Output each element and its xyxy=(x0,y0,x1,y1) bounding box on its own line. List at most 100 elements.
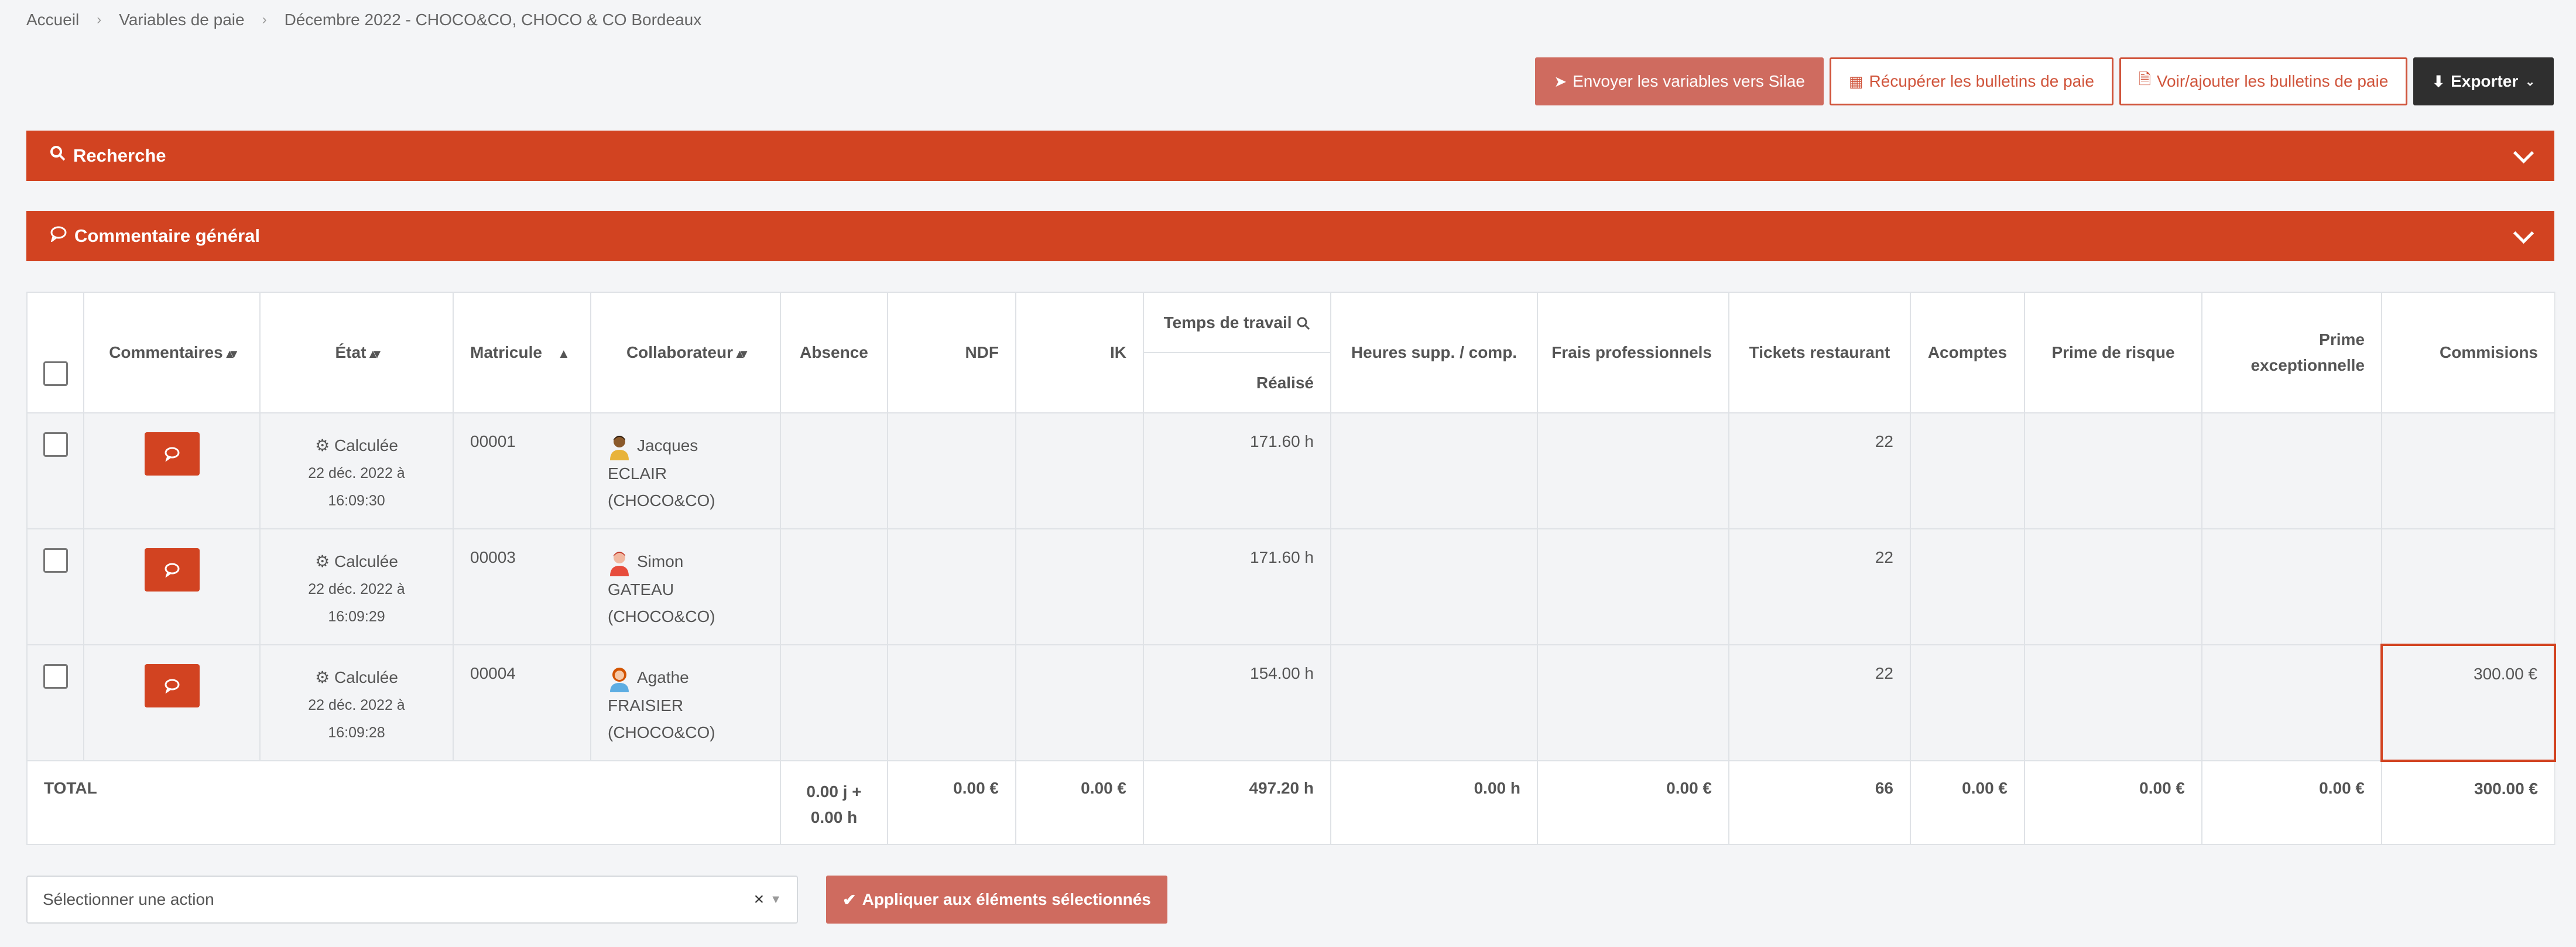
state-label: Calculée xyxy=(334,436,398,454)
state-date: 22 déc. 2022 à xyxy=(308,697,405,713)
view-add-payslips-label: Voir/ajouter les bulletins de paie xyxy=(2156,72,2389,90)
advances-cell xyxy=(1910,528,2025,645)
chevron-right-icon: › xyxy=(97,12,102,28)
fees-cell xyxy=(1537,644,1729,761)
collaborator-first-name: Simon xyxy=(637,552,684,570)
advances-cell xyxy=(1910,644,2025,761)
column-header-commissions: Commisions xyxy=(2381,292,2556,413)
realized-cell: 154.00 h xyxy=(1143,644,1331,761)
collaborator-cell[interactable]: Agathe FRAISIER (CHOCO&CO) xyxy=(590,644,781,761)
speech-bubble-icon xyxy=(50,225,67,247)
total-tickets: 66 xyxy=(1728,760,1911,845)
column-header-realized: Réalisé xyxy=(1143,352,1331,413)
total-advances: 0.00 € xyxy=(1910,760,2025,845)
total-realized: 497.20 h xyxy=(1143,760,1331,845)
row-select-cell xyxy=(26,644,84,761)
column-header-comments[interactable]: Commentaires ▴▾ xyxy=(83,292,261,413)
search-panel-header[interactable]: Recherche xyxy=(26,131,2554,181)
search-panel-title: Recherche xyxy=(73,145,166,166)
realized-cell: 171.60 h xyxy=(1143,528,1331,645)
collaborator-company: (CHOCO&CO) xyxy=(608,491,715,510)
risk-cell xyxy=(2024,412,2202,529)
table-row: ⚙ Calculée 22 déc. 2022 à 16:09:28 00004… xyxy=(26,644,2556,762)
collaborator-last-name: FRAISIER xyxy=(608,696,684,714)
column-header-worktime-label: Temps de travail xyxy=(1163,313,1292,331)
collaborator-cell[interactable]: Jacques ECLAIR (CHOCO&CO) xyxy=(590,412,781,529)
cogs-icon: ⚙ xyxy=(315,436,330,454)
apply-selected-button[interactable]: ✔ Appliquer aux éléments sélectionnés xyxy=(826,876,1167,924)
sort-icon: ▴▾ xyxy=(226,346,237,361)
toolbar: ➤ Envoyer les variables vers Silae ▦ Réc… xyxy=(1535,57,2554,105)
state-time: 16:09:28 xyxy=(328,724,385,741)
avatar xyxy=(608,549,631,576)
collaborator-last-name: ECLAIR xyxy=(608,464,667,483)
file-icon: 🗎 xyxy=(2139,70,2151,88)
speech-bubble-icon xyxy=(165,447,179,461)
search-icon xyxy=(50,145,66,166)
calculator-icon: ▦ xyxy=(1848,72,1864,90)
column-header-exceptional: Prime exceptionnelle xyxy=(2201,292,2382,413)
clear-icon[interactable]: × xyxy=(754,890,765,910)
absence-cell xyxy=(780,528,888,645)
total-absence-hours: 0.00 h xyxy=(810,808,858,826)
collaborator-company: (CHOCO&CO) xyxy=(608,723,715,741)
row-checkbox[interactable] xyxy=(43,664,68,689)
comment-panel-header[interactable]: Commentaire général xyxy=(26,211,2554,261)
column-header-collaborator[interactable]: Collaborateur ▴▾ xyxy=(590,292,781,413)
caret-down-icon[interactable]: ▼ xyxy=(770,893,782,907)
column-header-worktime[interactable]: Temps de travail xyxy=(1143,292,1331,353)
avatar xyxy=(608,665,631,692)
ndf-cell xyxy=(887,412,1016,529)
comment-button[interactable] xyxy=(144,664,200,707)
collaborator-company: (CHOCO&CO) xyxy=(608,607,715,625)
column-header-tickets: Tickets restaurant xyxy=(1728,292,1911,413)
retrieve-payslips-button[interactable]: ▦ Récupérer les bulletins de paie xyxy=(1829,57,2113,105)
column-header-matricule-label: Matricule xyxy=(470,343,542,361)
comment-button[interactable] xyxy=(144,548,200,592)
total-ik: 0.00 € xyxy=(1015,760,1144,845)
column-header-collaborator-label: Collaborateur xyxy=(626,343,733,361)
total-overtime: 0.00 h xyxy=(1330,760,1538,845)
commissions-cell[interactable] xyxy=(2381,412,2556,529)
risk-cell xyxy=(2024,644,2202,761)
send-variables-button[interactable]: ➤ Envoyer les variables vers Silae xyxy=(1535,57,1824,105)
collaborator-cell[interactable]: Simon GATEAU (CHOCO&CO) xyxy=(590,528,781,645)
action-select[interactable]: Sélectionner une action × ▼ xyxy=(26,876,798,924)
zoom-icon[interactable] xyxy=(1296,313,1310,331)
table-row: ⚙ Calculée 22 déc. 2022 à 16:09:30 00001… xyxy=(26,412,2556,529)
comment-cell xyxy=(83,412,261,529)
fees-cell xyxy=(1537,412,1729,529)
column-header-ndf: NDF xyxy=(887,292,1016,413)
state-cell: ⚙ Calculée 22 déc. 2022 à 16:09:28 xyxy=(259,644,454,761)
select-all-checkbox[interactable] xyxy=(43,361,68,386)
row-checkbox[interactable] xyxy=(43,548,68,573)
total-commissions: 300.00 € xyxy=(2381,760,2556,845)
view-add-payslips-button[interactable]: 🗎 Voir/ajouter les bulletins de paie xyxy=(2119,57,2408,105)
breadcrumb-payroll-variables[interactable]: Variables de paie xyxy=(119,11,244,29)
column-header-matricule[interactable]: Matricule ▲ xyxy=(453,292,591,413)
commissions-cell[interactable] xyxy=(2381,528,2556,645)
commissions-cell[interactable]: 300.00 € xyxy=(2380,644,2556,762)
download-icon: ⬇ xyxy=(2432,72,2445,90)
column-header-overtime: Heures supp. / comp. xyxy=(1330,292,1538,413)
apply-selected-label: Appliquer aux éléments sélectionnés xyxy=(862,890,1151,908)
exceptional-cell xyxy=(2201,644,2382,761)
row-checkbox[interactable] xyxy=(43,432,68,457)
column-header-state[interactable]: État ▴▾ xyxy=(259,292,454,413)
comment-button[interactable] xyxy=(144,432,200,476)
exceptional-cell xyxy=(2201,528,2382,645)
action-select-placeholder: Sélectionner une action xyxy=(43,890,214,908)
total-absence-days: 0.00 j + xyxy=(806,782,862,801)
state-time: 16:09:30 xyxy=(328,493,385,509)
column-header-risk: Prime de risque xyxy=(2024,292,2202,413)
sort-icon: ▴▾ xyxy=(369,346,380,361)
speech-bubble-icon xyxy=(165,679,179,693)
ndf-cell xyxy=(887,644,1016,761)
realized-cell: 171.60 h xyxy=(1143,412,1331,529)
breadcrumb-current: Décembre 2022 - CHOCO&CO, CHOCO & CO Bor… xyxy=(284,11,702,29)
export-button[interactable]: ⬇ Exporter ⌄ xyxy=(2413,57,2554,105)
row-select-cell xyxy=(26,412,84,529)
send-variables-label: Envoyer les variables vers Silae xyxy=(1573,72,1805,90)
total-ndf: 0.00 € xyxy=(887,760,1016,845)
breadcrumb-home[interactable]: Accueil xyxy=(26,11,79,29)
